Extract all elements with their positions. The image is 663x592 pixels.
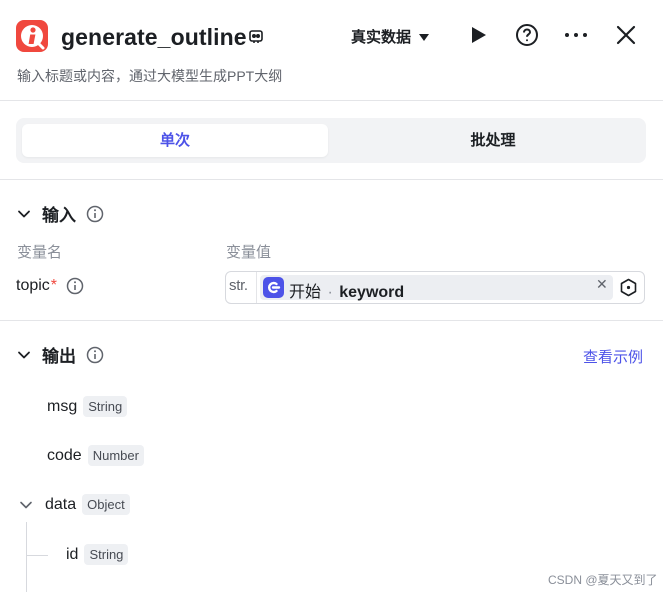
panel-header: generate_outline 真实数据 输入标题或内容，通过大模型生成PPT… xyxy=(0,0,663,101)
chevron-down-icon[interactable] xyxy=(16,206,32,222)
column-variable-value: 变量值 xyxy=(226,244,272,261)
field-type-tag: String xyxy=(84,544,129,565)
plugin-logo-icon xyxy=(16,20,48,52)
chevron-down-icon[interactable] xyxy=(16,347,32,363)
divider xyxy=(0,179,663,180)
tree-line xyxy=(26,555,48,556)
field-name: msg xyxy=(47,397,78,415)
tree-line xyxy=(26,522,27,592)
output-field-msg: msg String xyxy=(47,396,128,417)
field-name: code xyxy=(47,446,82,464)
info-icon[interactable] xyxy=(86,205,104,223)
info-icon[interactable] xyxy=(66,277,84,295)
output-heading: 输出 xyxy=(42,347,76,366)
node-description: 输入标题或内容，通过大模型生成PPT大纲 xyxy=(17,68,283,84)
watermark: CSDN @夏天又到了 xyxy=(548,573,658,587)
output-section-header[interactable]: 输出 xyxy=(16,342,104,367)
clear-icon[interactable]: ✕ xyxy=(596,276,608,293)
field-type-tag: Number xyxy=(87,445,144,466)
ref-separator: · xyxy=(327,284,333,301)
column-variable-name: 变量名 xyxy=(17,244,63,261)
param-topic-value-input[interactable]: str. 开始 · keyword ✕ xyxy=(225,271,645,304)
node-test-panel: generate_outline 真实数据 输入标题或内容，通过大模型生成PPT… xyxy=(0,0,663,592)
output-field-data[interactable]: data Object xyxy=(17,494,130,515)
play-icon[interactable] xyxy=(465,22,491,48)
divider xyxy=(0,320,663,321)
run-mode-tabs: 单次 批处理 xyxy=(16,118,646,163)
divider xyxy=(256,272,257,303)
view-example-link[interactable]: 查看示例 xyxy=(583,346,643,367)
node-title: generate_outline xyxy=(61,24,247,50)
ref-field: keyword xyxy=(339,284,405,301)
field-type-tag: Object xyxy=(82,494,130,515)
data-mode-select[interactable]: 真实数据 xyxy=(351,26,430,47)
start-node-icon xyxy=(263,277,284,298)
reference-text: 开始 · keyword xyxy=(289,278,404,302)
type-tag: str. xyxy=(229,277,248,294)
ref-source: 开始 xyxy=(289,284,322,301)
chevron-down-icon xyxy=(419,34,430,41)
variable-picker-icon[interactable] xyxy=(619,278,638,297)
field-type-tag: String xyxy=(83,396,128,417)
input-section-header[interactable]: 输入 xyxy=(16,201,104,226)
output-field-id: id String xyxy=(66,544,129,565)
tab-single[interactable]: 单次 xyxy=(22,124,328,157)
required-mark: * xyxy=(50,277,58,294)
data-mode-label: 真实数据 xyxy=(351,29,412,46)
more-dots-icon[interactable] xyxy=(563,22,589,48)
chevron-down-icon[interactable] xyxy=(17,496,35,514)
input-heading: 输入 xyxy=(42,206,76,225)
output-field-code: code Number xyxy=(47,445,144,466)
info-icon[interactable] xyxy=(86,346,104,364)
variable-reference-chip[interactable]: 开始 · keyword xyxy=(260,275,613,302)
close-icon[interactable] xyxy=(613,22,639,48)
param-topic-label: topic * xyxy=(16,277,84,295)
help-circle-icon[interactable] xyxy=(514,22,540,48)
field-name: data xyxy=(45,495,77,513)
field-name: id xyxy=(66,545,79,563)
param-name: topic xyxy=(16,277,50,294)
plugin-badge-icon[interactable] xyxy=(248,28,264,44)
tab-batch[interactable]: 批处理 xyxy=(346,124,640,157)
